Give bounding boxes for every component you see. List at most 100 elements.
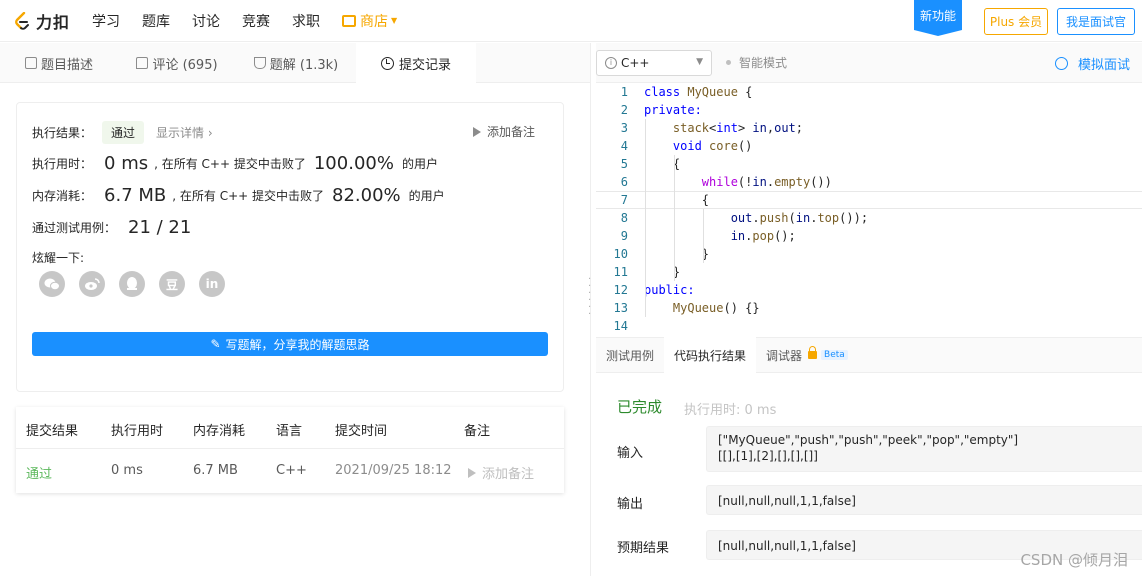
nav-contest[interactable]: 竞赛 [242,11,270,31]
toggle-dot-icon [726,60,731,65]
tab-solutions[interactable]: 题解 (1.3k) [236,43,356,83]
top-navbar: 力扣 学习 题库 讨论 竞赛 求职 商店 ▼ [0,0,1142,42]
drag-handle-icon[interactable]: · · · · · · [588,275,592,320]
store-icon [342,14,357,27]
plus-member-button[interactable]: Plus 会员 [984,8,1048,35]
indent-guide [702,209,704,263]
memory-row: 内存消耗： 6.7 MB , 在所有 C++ 提交中击败了 82.00% 的用户 [32,185,445,206]
code-line[interactable]: 12 public: [596,281,1142,299]
beta-badge: Beta [821,350,848,360]
code-text: out.push(in.top()); [730,211,869,225]
code-line[interactable]: 10 } [596,245,1142,263]
nav-store-label: 商店 [360,13,389,30]
runtime-suffix: 的用户 [401,157,438,171]
col-header-language: 语言 [276,424,303,439]
tab-submissions-label: 提交记录 [398,57,451,73]
col-header-result: 提交结果 [26,424,79,439]
nav-discuss[interactable]: 讨论 [192,11,220,31]
row-submit-time: 2021/09/25 18:12 [335,463,452,478]
code-line[interactable]: 13 MyQueue() {} [596,299,1142,317]
nav-problems[interactable]: 题库 [142,11,170,31]
tab-run-result[interactable]: 代码执行结果 [664,337,757,373]
code-line[interactable]: 6 while(!in.empty()) [596,173,1142,191]
weibo-icon[interactable] [79,271,105,297]
code-text: while(!in.empty()) [701,175,832,189]
memory-value: 6.7 MB [104,185,167,206]
line-number: 6 [620,175,628,189]
code-line[interactable]: 3 stack<int> in,out; [596,119,1142,137]
clock-icon [380,56,394,70]
new-feature-badge[interactable]: 新功能 [914,0,962,36]
tab-comments[interactable]: 评论 (695) [118,43,236,83]
leetcode-logo-icon [15,11,29,30]
run-exec-time: 执行用时: 0 ms [684,403,777,418]
code-line[interactable]: 11 } [596,263,1142,281]
nav-jobs[interactable]: 求职 [292,11,320,31]
add-note-button[interactable]: 添加备注 [472,123,535,140]
tab-submissions[interactable]: 提交记录 [356,43,476,83]
tab-debugger-label: 调试器 [766,348,803,363]
runtime-row: 执行用时： 0 ms , 在所有 C++ 提交中击败了 100.00% 的用户 [32,153,438,174]
code-line[interactable]: 2 private: [596,101,1142,119]
line-number: 5 [620,157,628,171]
row-language: C++ [276,463,307,478]
wechat-icon[interactable] [39,271,65,297]
col-header-time: 提交时间 [335,424,388,439]
mock-interview-button[interactable]: 模拟面试 [1054,54,1130,73]
col-header-note: 备注 [464,424,491,439]
indent-guide [645,119,646,317]
line-number: 11 [613,265,628,279]
comment-icon [136,57,149,69]
logo-text: 力扣 [36,12,71,32]
tab-testcase[interactable]: 测试用例 [596,337,664,373]
nav-store[interactable]: 商店 ▼ [342,11,397,31]
line-number: 2 [620,103,628,117]
code-line[interactable]: 8 out.push(in.top()); [596,209,1142,227]
expected-label: 预期结果 [617,541,670,556]
code-text: class MyQueue { [644,85,753,99]
code-text: } [644,247,710,261]
code-line[interactable]: 5 { [596,155,1142,173]
code-line[interactable]: 7 { [596,191,1142,209]
code-editor[interactable]: 1 class MyQueue { 2 private: 3 stack<int> in… [596,83,1142,337]
code-text: MyQueue() {} [672,301,760,315]
testcases-row: 通过测试用例： 21 / 21 [32,217,197,238]
status-badge: 通过 [102,121,145,144]
line-number: 8 [620,211,628,225]
write-solution-button[interactable]: ✎ 写题解，分享我的解题思路 [32,332,548,356]
interviewer-button[interactable]: 我是面试官 [1057,8,1135,35]
douban-icon[interactable]: 豆 [159,271,185,297]
share-row: 炫耀一下: [32,249,84,266]
code-line[interactable]: 4 void core() [596,137,1142,155]
smart-mode-toggle[interactable]: 智能模式 [726,54,787,71]
row-result-link[interactable]: 通过 [26,463,52,482]
code-line[interactable]: 14 [596,317,1142,335]
watermark: CSDN @倾月泪 [1020,551,1128,569]
tab-description[interactable]: 题目描述 [0,43,118,83]
line-number: 7 [620,193,628,207]
code-text: public: [644,283,695,297]
language-select[interactable]: i C++ ▼ [596,49,712,76]
output-box: [null,null,null,1,1,false] [706,485,1142,515]
leetcode-logo[interactable]: 力扣 [14,9,70,33]
memory-percentile: 82.00% [332,185,401,206]
memory-label: 内存消耗： [32,189,93,203]
lock-icon [808,346,818,359]
row-add-note[interactable]: 添加备注 [468,463,534,482]
code-text: private: [644,103,702,117]
code-line[interactable]: 9 in.pop(); [596,227,1142,245]
code-line[interactable]: 1 class MyQueue { [596,83,1142,101]
tab-comments-label: 评论 (695) [152,57,218,73]
code-text: void core() [672,139,753,153]
col-header-memory: 内存消耗 [193,424,246,439]
mock-interview-label: 模拟面试 [1077,58,1130,73]
editor-toolbar: i C++ ▼ 智能模式 模拟面试 [596,43,1142,83]
nav-learn[interactable]: 学习 [92,11,120,31]
show-details-link[interactable]: 显示详情 › [156,124,213,141]
qq-icon[interactable] [119,271,145,297]
col-header-runtime: 执行用时 [111,424,164,439]
row-memory: 6.7 MB [193,463,238,478]
linkedin-icon[interactable]: in [199,271,225,297]
tab-debugger[interactable]: 调试器 Beta [756,337,858,373]
input-box: ["MyQueue","push","push","peek","pop","e… [706,426,1142,472]
